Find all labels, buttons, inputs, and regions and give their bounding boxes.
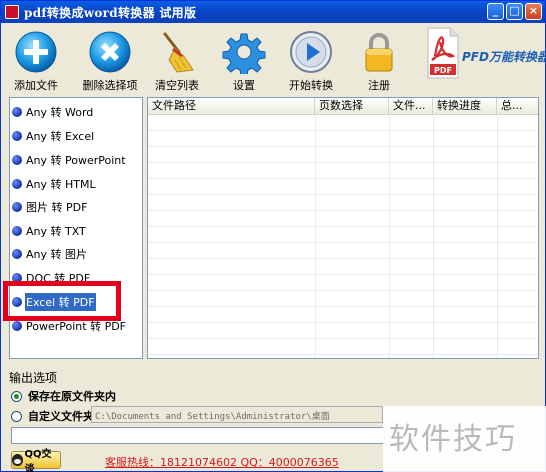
app-icon (5, 5, 19, 19)
table-row (148, 323, 538, 339)
table-row (148, 115, 538, 131)
table-row (148, 227, 538, 243)
pdf-logo-icon: PDF (427, 27, 459, 79)
table-row (148, 291, 538, 307)
category-any-to-excel[interactable]: Any 转 Excel (12, 126, 95, 146)
category-image-to-pdf[interactable]: 图片 转 PDF (12, 197, 88, 217)
table-row (148, 147, 538, 163)
qq-chat-button[interactable]: QQ交谈 (11, 449, 61, 472)
table-header: 文件路径 页数选择 文件... 转换进度 总... (148, 98, 538, 115)
category-any-to-word[interactable]: Any 转 Word (12, 102, 94, 122)
category-label: 图片 转 PDF (26, 201, 88, 214)
output-section-title: 输出选项 (9, 371, 58, 385)
bullet-icon (12, 131, 22, 141)
brand-text: PFD万能转换器 (462, 50, 546, 64)
table-row (148, 275, 538, 291)
delete-selected-label: 删除选择项 (82, 79, 138, 92)
settings-button[interactable]: 设置 (212, 30, 276, 93)
broom-icon (163, 32, 194, 73)
start-convert-label: 开始转换 (289, 79, 333, 92)
option-custom-folder[interactable]: 自定义文件夹 (11, 408, 94, 424)
close-button[interactable]: × (525, 3, 542, 20)
app-window: pdf转换成word转换器 试用版 _ □ × 添加文件 删除选择项 清空列表 … (0, 0, 546, 472)
category-label: Any 转 Word (26, 106, 94, 119)
delete-selected-button[interactable]: 删除选择项 (78, 30, 142, 93)
play-icon (290, 31, 332, 73)
table-row (148, 307, 538, 323)
category-any-to-txt[interactable]: Any 转 TXT (12, 221, 87, 241)
category-label: Any 转 Excel (26, 130, 95, 143)
bullet-icon (12, 202, 22, 212)
minimize-button[interactable]: _ (487, 3, 504, 20)
radio-custom-folder[interactable] (11, 410, 22, 422)
bullet-icon (12, 249, 22, 259)
category-label: Any 转 HTML (26, 178, 96, 191)
watermark-text: 软件技巧 (389, 422, 517, 457)
delete-x-icon (89, 31, 131, 73)
clear-list-button[interactable]: 清空列表 (145, 30, 209, 93)
file-list-table[interactable]: 文件路径 页数选择 文件... 转换进度 总... (147, 97, 539, 359)
add-file-label: 添加文件 (14, 79, 58, 92)
radio-same-folder[interactable] (11, 390, 22, 402)
support-hotline-link[interactable]: 客服热线：18121074602 QQ：4000076365 (105, 454, 339, 470)
category-label: Any 转 图片 (26, 248, 87, 261)
table-row (148, 195, 538, 211)
conversion-progress-bar (11, 427, 385, 444)
table-row (148, 211, 538, 227)
svg-text:PDF: PDF (434, 66, 452, 75)
window-title: pdf转换成word转换器 试用版 (24, 5, 197, 20)
start-convert-button[interactable]: 开始转换 (279, 30, 343, 93)
annotation-highlight-box (3, 281, 121, 321)
maximize-button[interactable]: □ (506, 3, 523, 20)
qq-penguin-icon (12, 454, 23, 466)
option-custom-folder-label: 自定义文件夹 (28, 410, 94, 423)
category-any-to-image[interactable]: Any 转 图片 (12, 244, 88, 264)
option-same-folder[interactable]: 保存在原文件夹内 (11, 388, 116, 404)
lock-icon (365, 33, 393, 72)
category-label: Any 转 PowerPoint (26, 154, 126, 167)
conversion-type-list: Any 转 Word Any 转 Excel Any 转 PowerPoint … (3, 97, 143, 359)
clear-list-label: 清空列表 (155, 79, 199, 92)
category-any-to-html[interactable]: Any 转 HTML (12, 174, 97, 194)
table-row (148, 163, 538, 179)
column-header-progress[interactable]: 转换进度 (433, 98, 497, 115)
qq-chat-label: QQ交谈 (24, 449, 52, 472)
window-controls: _ □ × (487, 3, 542, 20)
table-row (148, 179, 538, 195)
category-any-to-powerpoint[interactable]: Any 转 PowerPoint (12, 150, 127, 170)
category-label: Any 转 TXT (26, 225, 86, 238)
column-header-total[interactable]: 总... (497, 98, 538, 115)
gear-icon (222, 33, 266, 74)
column-header-file[interactable]: 文件... (389, 98, 433, 115)
title-bar[interactable]: pdf转换成word转换器 试用版 _ □ × (1, 1, 545, 23)
bullet-icon (12, 226, 22, 236)
bullet-icon (12, 107, 22, 117)
column-header-file-path[interactable]: 文件路径 (148, 98, 315, 115)
option-same-folder-label: 保存在原文件夹内 (28, 390, 116, 403)
bullet-icon (12, 321, 22, 331)
add-file-button[interactable]: 添加文件 (4, 30, 68, 93)
toolbar: 添加文件 删除选择项 清空列表 设置 开始转换 注册 PDF PFD万能转换器 (2, 24, 546, 93)
custom-folder-path-input[interactable]: C:\Documents and Settings\Administrator\… (91, 406, 383, 423)
table-row (148, 259, 538, 275)
register-button[interactable]: 注册 (347, 30, 411, 93)
column-header-page-select[interactable]: 页数选择 (315, 98, 389, 115)
table-row (148, 243, 538, 259)
bullet-icon (12, 179, 22, 189)
settings-label: 设置 (233, 79, 255, 92)
register-label: 注册 (368, 79, 390, 92)
bullet-icon (12, 155, 22, 165)
table-row (148, 131, 538, 147)
table-row (148, 339, 538, 355)
plus-icon (15, 31, 57, 73)
